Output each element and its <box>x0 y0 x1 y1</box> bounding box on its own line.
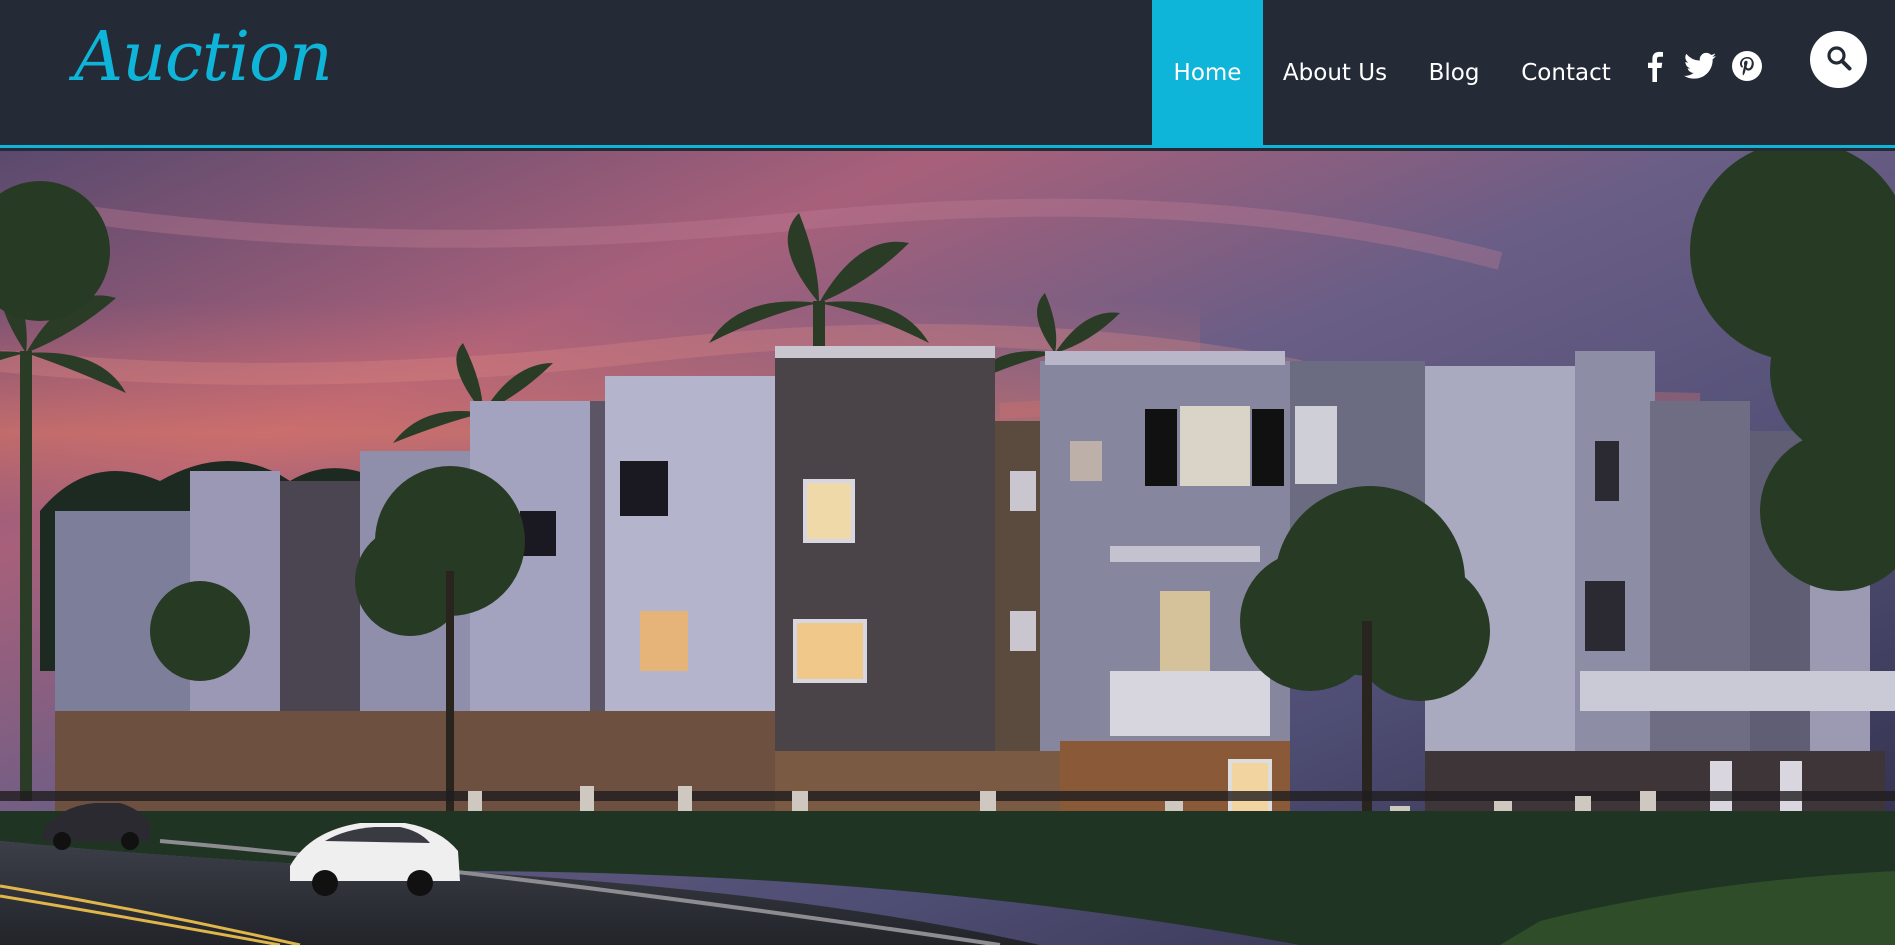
nav-item-about-us[interactable]: About Us <box>1270 0 1400 145</box>
search-button[interactable] <box>1810 31 1867 88</box>
nav-item-contact[interactable]: Contact <box>1512 0 1620 145</box>
nav-item-blog[interactable]: Blog <box>1410 0 1498 145</box>
nav-item-home[interactable]: Home <box>1152 0 1263 145</box>
facebook-icon[interactable] <box>1638 50 1670 82</box>
site-logo[interactable]: Auction <box>74 18 333 98</box>
twitter-icon[interactable] <box>1684 50 1716 82</box>
hero-image <box>0 151 1895 945</box>
site-header: Auction Home About Us Blog Contact <box>0 0 1895 148</box>
pinterest-icon[interactable] <box>1731 50 1763 82</box>
search-icon <box>1826 45 1852 75</box>
